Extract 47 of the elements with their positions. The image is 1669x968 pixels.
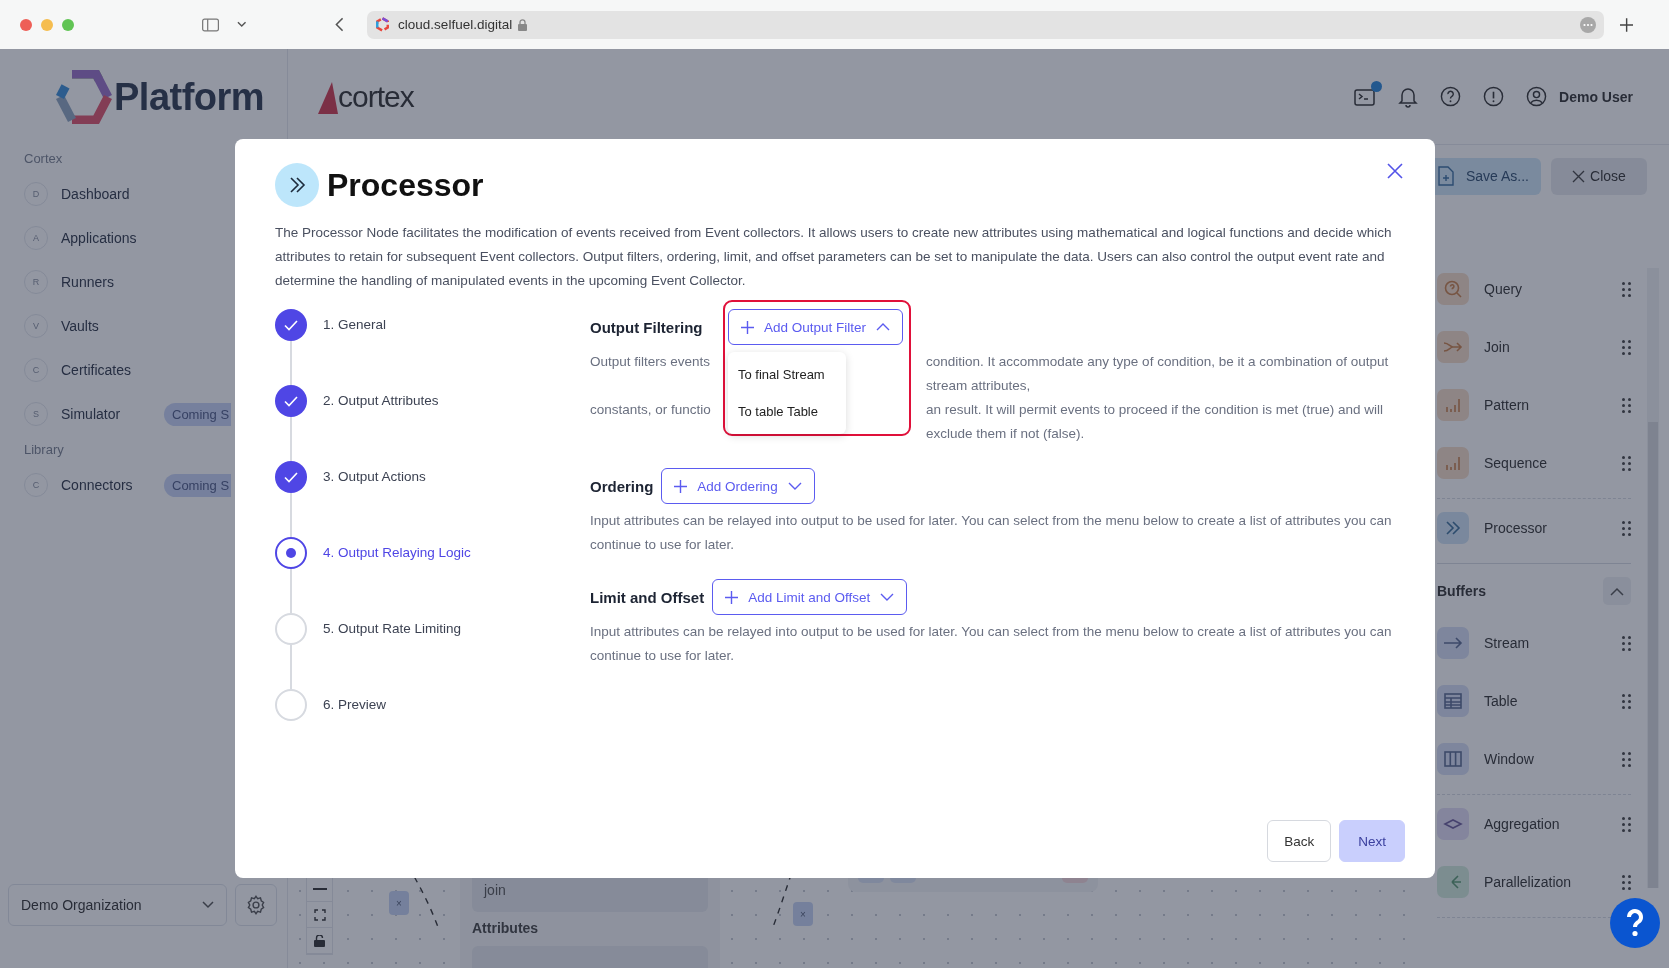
section-description: Output filters events	[590, 353, 712, 371]
wizard-step[interactable]: 5. Output Rate Limiting	[275, 613, 590, 689]
coming-soon-badge: Coming S	[164, 402, 232, 426]
palette-item[interactable]: Stream	[1437, 614, 1631, 672]
remove-edge-button[interactable]: ×	[389, 891, 409, 915]
section-description: Input attributes can be relayed into output to be used for later. You can select from the menu below to create a list of attributes you can continue to use for later.	[590, 512, 1393, 554]
dialog-description: The Processor Node facilitates the modification of events received from Event collectors. It allows users to create new attributes using mathematical and logical functions and decide which attributes to retain for subsequent Event collectors. Output filters, ordering, limit, and offset parameters can be set to manipulate the data. Users can also control the output event rate and determine the handling of manipulated events in the upcoming Event Collector.	[275, 224, 1393, 290]
palette-group-title: Buffers	[1437, 583, 1486, 599]
section-title: Limit and Offset	[590, 588, 705, 606]
palette-item[interactable]: Pattern	[1437, 376, 1631, 434]
dialog-title: Processor	[327, 166, 484, 204]
palette-item[interactable]: Query	[1437, 260, 1631, 318]
palette-item[interactable]: Sequence	[1437, 434, 1631, 492]
section-description: an result. It will permit events to proceed if the condition is met (true) and will exclude them if not (false).	[926, 401, 1384, 443]
attributes-label: Attributes	[472, 920, 540, 936]
add-dropdown-button[interactable]: Add Output Filter	[728, 309, 904, 345]
palette-item[interactable]: Window	[1437, 730, 1631, 788]
organization-select[interactable]: Demo Organization	[8, 884, 227, 926]
section-description: Input attributes can be relayed into output to be used for later. You can select from the menu below to create a list of attributes you can continue to use for later.	[590, 623, 1393, 665]
palette-item[interactable]: Parallelization	[1437, 853, 1631, 911]
palette-item[interactable]: Aggregation	[1437, 795, 1631, 853]
sidebar-section-title: Cortex	[23, 150, 64, 168]
palette-item[interactable]: Join	[1437, 318, 1631, 376]
next-button[interactable]: Next	[1339, 820, 1405, 862]
back-button[interactable]: Back	[1267, 820, 1332, 862]
address-bar[interactable]: cloud.selfuel.digital	[367, 10, 1604, 39]
wizard-step[interactable]: 3. Output Actions	[275, 461, 590, 537]
wizard-step[interactable]: 2. Output Attributes	[275, 385, 590, 461]
sidebar-section-title: Library	[23, 441, 65, 459]
add-dropdown-button[interactable]: Add Limit and Offset	[712, 579, 908, 615]
remove-edge-button[interactable]: ×	[793, 902, 813, 926]
add-dropdown-button[interactable]: Add Ordering	[661, 468, 815, 504]
coming-soon-badge: Coming S	[164, 473, 232, 497]
menu-item[interactable]: To table Table	[728, 393, 846, 430]
palette-item[interactable]: Processor	[1437, 499, 1631, 557]
close-button[interactable]: Close	[1551, 157, 1647, 195]
user-menu[interactable]: Demo User	[1526, 86, 1633, 107]
section-description: constants, or functio	[590, 401, 712, 419]
cortex-logo: cortex	[318, 79, 414, 114]
platform-logo-text: Platform	[114, 75, 265, 119]
wizard-step[interactable]: 6. Preview	[275, 689, 590, 765]
wizard-step[interactable]: 1. General	[275, 309, 590, 385]
section-title: Ordering	[590, 477, 654, 495]
menu-item[interactable]: To final Stream	[728, 356, 846, 393]
palette-item[interactable]: Table	[1437, 672, 1631, 730]
wizard-step[interactable]: 4. Output Relaying Logic	[275, 537, 590, 613]
section-title: Output Filtering	[590, 318, 704, 336]
